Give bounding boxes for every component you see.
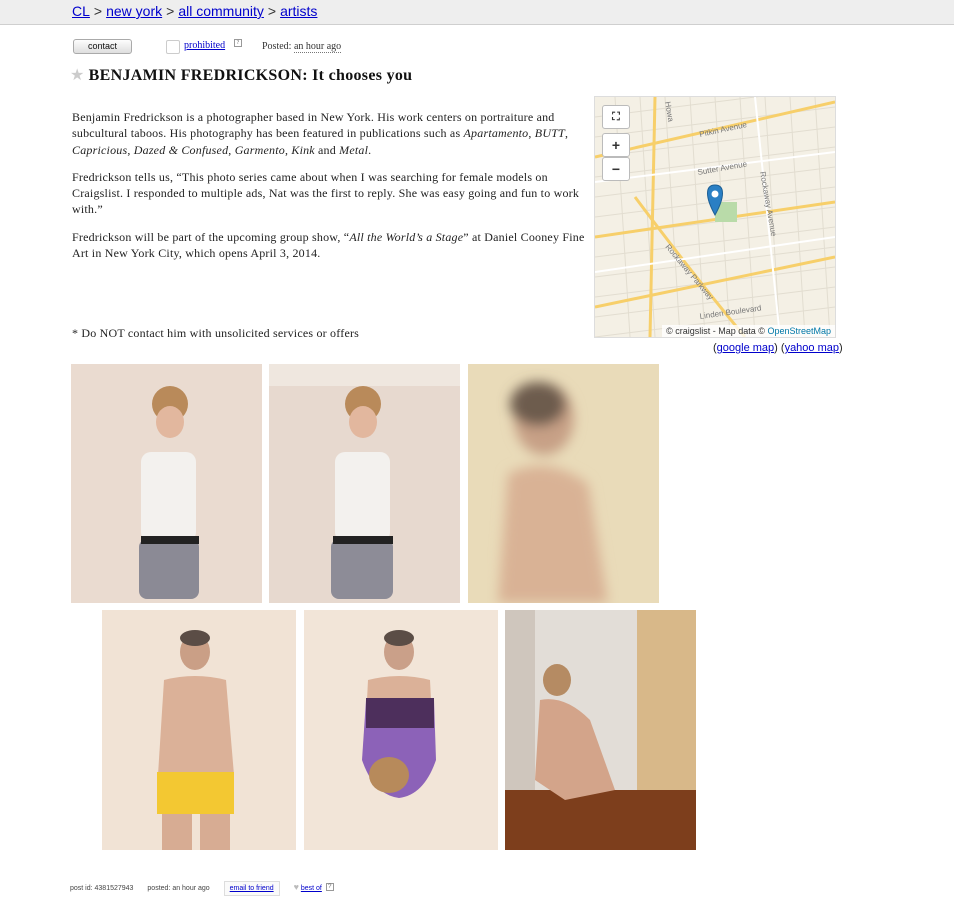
heart-icon[interactable]: ♥ — [294, 882, 299, 892]
posted-date: Posted: an hour ago — [262, 41, 342, 53]
post-id: post id: 4381527943 — [70, 885, 134, 892]
separator: , — [564, 126, 569, 141]
best-of-link[interactable]: best of — [301, 885, 322, 892]
google-map-link[interactable]: google map — [717, 342, 775, 354]
posting-photo[interactable] — [102, 610, 296, 850]
location-map[interactable]: Pitkin Avenue Sutter Avenue Rockaway Ave… — [594, 96, 836, 338]
map-links: (google map) (yahoo map) — [713, 342, 843, 354]
header-bar: CL > new york > all community > artists — [0, 0, 954, 25]
contact-notice: * Do NOT contact him with unsolicited se… — [72, 326, 360, 340]
posting-footer: post id: 4381527943 posted: an hour ago … — [70, 881, 334, 896]
openstreetmap-link[interactable]: OpenStreetMap — [767, 326, 831, 336]
help-icon[interactable]: ? — [325, 883, 334, 891]
body-paragraph: Fredrickson will be part of the upcoming… — [72, 229, 587, 262]
favorite-star-icon[interactable]: ★ — [70, 67, 85, 84]
map-attribution: © craigslist - Map data © OpenStreetMap — [662, 325, 835, 337]
zoom-out-button[interactable]: − — [602, 157, 630, 181]
breadcrumb-all-community[interactable]: all community — [178, 3, 264, 19]
flag-checkbox[interactable] — [166, 40, 180, 54]
posting-title-text: BENJAMIN FREDRICKSON: It chooses you — [88, 67, 413, 84]
publication-name: Garmento — [234, 142, 285, 157]
body-paragraph: Fredrickson tells us, “This photo series… — [72, 169, 580, 217]
yahoo-map-link[interactable]: yahoo map — [785, 342, 839, 354]
posting-photo[interactable] — [468, 364, 659, 603]
separator: and — [314, 142, 340, 157]
body-paragraph: Benjamin Fredrickson is a photographer b… — [72, 109, 587, 158]
map-attribution-text: © craigslist - Map data © — [666, 326, 765, 336]
prohibited-link[interactable]: prohibited — [184, 40, 225, 51]
help-icon[interactable]: ? — [234, 39, 242, 47]
separator: . — [368, 142, 372, 157]
post-date: posted: an hour ago — [147, 885, 210, 892]
posting-body: Benjamin Fredrickson is a photographer b… — [72, 109, 587, 272]
zoom-in-button[interactable]: + — [602, 133, 630, 157]
publication-name: Dazed & Confused — [133, 142, 229, 157]
breadcrumb-separator: > — [166, 3, 175, 19]
posted-time: an hour ago — [293, 41, 342, 53]
breadcrumb-separator: > — [93, 3, 103, 19]
posting-photo[interactable] — [304, 610, 498, 850]
publication-name: BUTT — [534, 126, 565, 141]
fullscreen-icon[interactable]: ⛶ — [602, 105, 630, 129]
breadcrumb-artists[interactable]: artists — [280, 3, 317, 19]
publication-name: Kink — [291, 142, 315, 157]
contact-button[interactable]: contact — [73, 39, 132, 54]
breadcrumb-separator: > — [267, 3, 277, 19]
posting-photo[interactable] — [71, 364, 262, 603]
breadcrumb: CL > new york > all community > artists — [72, 3, 317, 19]
posting-title: ★ BENJAMIN FREDRICKSON: It chooses you — [70, 65, 412, 85]
email-to-friend-button[interactable]: email to friend — [223, 881, 280, 896]
publication-name: Metal — [339, 142, 369, 157]
breadcrumb-new-york[interactable]: new york — [106, 3, 162, 19]
posted-label: Posted: — [262, 41, 292, 52]
paren: ) — [839, 342, 843, 354]
body-text: Fredrickson will be part of the upcoming… — [72, 229, 350, 244]
posting-photo[interactable] — [269, 364, 460, 603]
publication-name: Apartamento — [463, 126, 529, 141]
paren: ) ( — [774, 342, 785, 354]
publication-name: Capricious — [72, 142, 128, 157]
show-title: All the World’s a Stage — [349, 229, 464, 244]
posting-photo[interactable] — [505, 610, 696, 850]
map-tiles: Pitkin Avenue Sutter Avenue Rockaway Ave… — [595, 97, 835, 337]
breadcrumb-cl[interactable]: CL — [72, 3, 90, 19]
